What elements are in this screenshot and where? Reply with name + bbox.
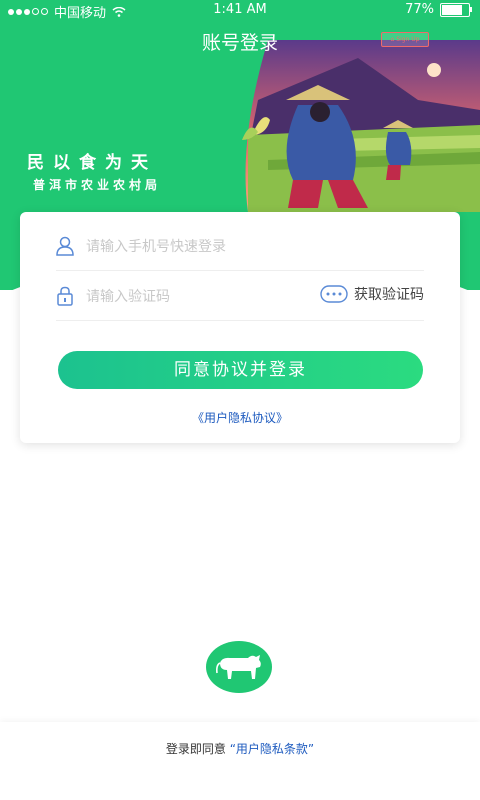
privacy-agreement-link[interactable]: 《用户隐私协议》 xyxy=(20,409,460,426)
cow-icon xyxy=(216,655,261,679)
battery-icon xyxy=(440,2,472,17)
get-code-label: 获取验证码 xyxy=(354,287,424,303)
footer-consent: 登录即同意 “用户隐私条款” xyxy=(0,740,480,757)
signup-label: Sign Up xyxy=(396,36,420,43)
message-icon xyxy=(320,285,348,303)
footer-prefix: 登录即同意 xyxy=(165,742,226,756)
hero-organization: 普洱市农业农村局 xyxy=(33,178,162,192)
get-code-button[interactable]: 获取验证码 xyxy=(320,284,424,304)
status-bar: 中国移动 1:41 AM 77% xyxy=(0,0,480,21)
cow-logo xyxy=(206,641,272,693)
login-button[interactable]: 同意协议并登录 xyxy=(58,351,423,389)
lock-icon xyxy=(57,286,73,306)
farmers-illustration xyxy=(242,40,480,212)
code-input[interactable] xyxy=(84,282,268,312)
user-icon xyxy=(56,236,74,256)
privacy-terms-link[interactable]: “用户隐私条款” xyxy=(230,742,314,756)
hero-slogan: 民以食为天 xyxy=(27,153,157,173)
login-card: 获取验证码 同意协议并登录 《用户隐私协议》 xyxy=(20,212,460,443)
battery-percent: 77% xyxy=(405,2,434,17)
person-icon: ⌂ xyxy=(390,36,395,43)
signup-button[interactable]: ⌂ Sign Up xyxy=(381,32,429,47)
phone-row xyxy=(56,222,424,271)
code-row: 获取验证码 xyxy=(56,272,424,321)
footer: 登录即同意 “用户隐私条款” xyxy=(0,722,480,800)
phone-input[interactable] xyxy=(84,232,328,262)
